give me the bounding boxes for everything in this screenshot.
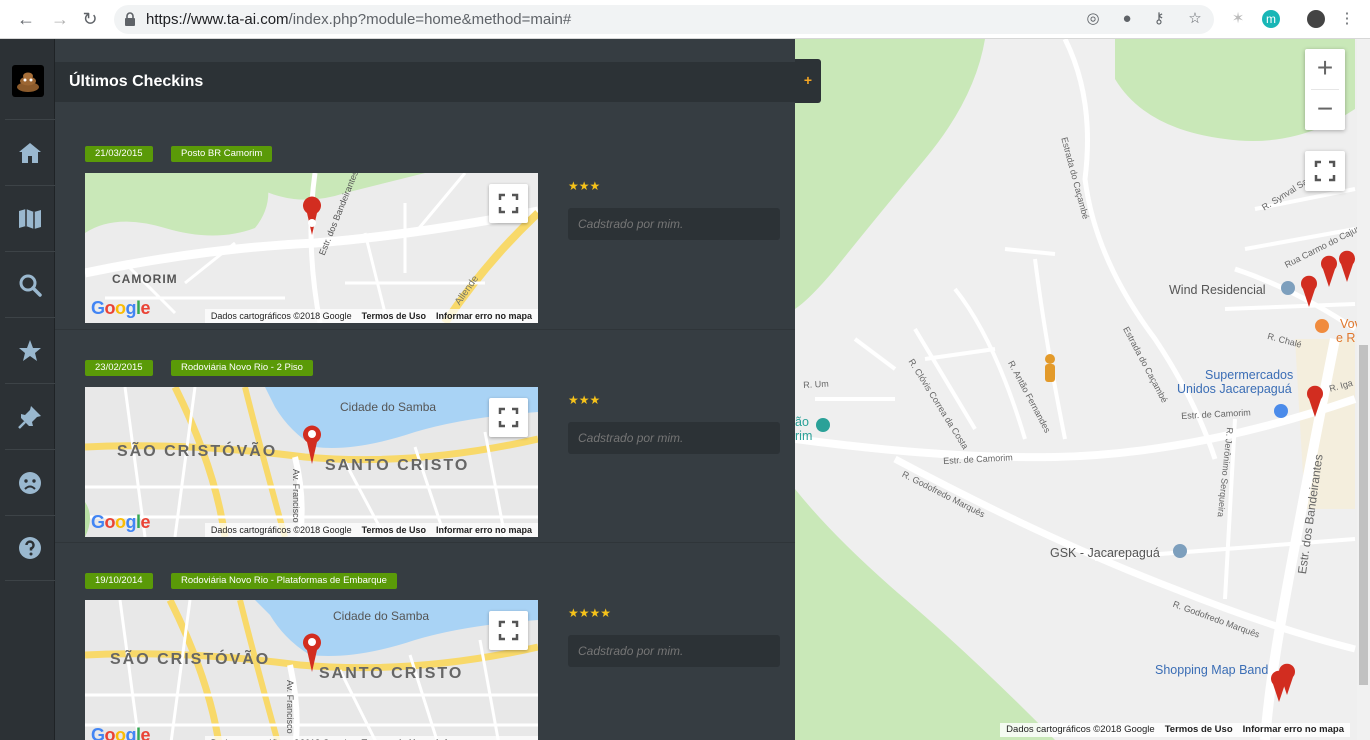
- place-label: e R: [1336, 331, 1356, 345]
- checkin-entry: 23/02/2015 Rodoviária Novo Rio - 2 Piso …: [55, 329, 795, 542]
- map-label-poi: Cidade do Samba: [340, 400, 437, 414]
- map-attribution: Dados cartográficos ©2018 GoogleTermos d…: [204, 309, 538, 323]
- fullscreen-button[interactable]: [489, 611, 528, 650]
- report-link[interactable]: Informar erro no mapa: [1243, 724, 1344, 735]
- map-icon[interactable]: [5, 185, 55, 251]
- fullscreen-button[interactable]: [489, 184, 528, 223]
- place-label: GSK - Jacarepaguá: [1050, 546, 1160, 560]
- browser-toolbar: ← → ↻ https://www.ta-ai.com/index.php?mo…: [0, 0, 1370, 39]
- menu-dots-icon[interactable]: ⋮: [1338, 10, 1356, 28]
- terms-link[interactable]: Termos de Uso: [362, 311, 426, 321]
- map-label-street: Av. Francisco: [285, 680, 295, 734]
- checkin-entry: 19/10/2014 Rodoviária Novo Rio - Platafo…: [55, 542, 795, 740]
- place-label: Supermercados: [1205, 368, 1294, 382]
- app-logo-icon[interactable]: [12, 65, 44, 97]
- map-label-area: CAMORIM: [112, 272, 178, 286]
- checkin-place-badge[interactable]: Rodoviária Novo Rio - Plataformas de Emb…: [171, 573, 397, 589]
- map-attribution: Dados cartográficos ©2018 GoogleTermos d…: [204, 736, 538, 740]
- map-label-area: SÃO CRISTÓVÃO: [110, 651, 271, 668]
- terms-link[interactable]: Termos de Uso: [362, 525, 426, 535]
- reload-icon[interactable]: ↻: [80, 9, 100, 29]
- panel-header: Últimos Checkins: [55, 62, 795, 102]
- map-label-area: SANTO CRISTO: [325, 457, 470, 474]
- checkin-date-badge: 23/02/2015: [85, 360, 153, 376]
- panel-toggle-tab[interactable]: +: [795, 59, 821, 103]
- blocked-icon[interactable]: ●: [1118, 10, 1136, 28]
- fullscreen-icon: [498, 620, 519, 641]
- search-icon[interactable]: [5, 251, 55, 317]
- address-bar[interactable]: https://www.ta-ai.com/index.php?module=h…: [114, 5, 1214, 34]
- panel-title: Últimos Checkins: [69, 73, 204, 90]
- help-icon[interactable]: [5, 515, 55, 581]
- zoom-out-button[interactable]: −: [1305, 90, 1345, 130]
- place-label: Unidos Jacarepaguá: [1177, 382, 1292, 396]
- google-logo: Google: [91, 512, 151, 532]
- report-link[interactable]: Informar erro no mapa: [436, 311, 532, 321]
- street-label: R. Um: [803, 378, 829, 390]
- note-input[interactable]: [568, 208, 780, 240]
- extension-icon[interactable]: ✶: [1229, 10, 1247, 28]
- forward-arrow-icon[interactable]: →: [50, 9, 70, 29]
- profile-badge[interactable]: m: [1262, 10, 1280, 28]
- checkin-place-badge[interactable]: Rodoviária Novo Rio - 2 Piso: [171, 360, 313, 376]
- home-icon[interactable]: [5, 119, 55, 185]
- url-text: https://www.ta-ai.com/index.php?module=h…: [146, 11, 572, 28]
- star-icon[interactable]: [5, 317, 55, 383]
- checkin-entry: 21/03/2015 Posto BR Camorim CAMORIM Estr…: [55, 116, 795, 329]
- location-icon[interactable]: ◎: [1084, 10, 1102, 28]
- zoom-control: + −: [1305, 49, 1345, 130]
- rating-stars: ★★★★: [568, 606, 612, 620]
- map-attribution: Dados cartográficos ©2018 GoogleTermos d…: [204, 523, 538, 537]
- checkin-place-badge[interactable]: Posto BR Camorim: [171, 146, 273, 162]
- rating-stars: ★★★: [568, 393, 601, 407]
- checkins-panel: Últimos Checkins 21/03/2015 Posto BR Cam…: [55, 39, 795, 740]
- checkin-minimap[interactable]: Cidade do Samba SÃO CRISTÓVÃO SANTO CRIS…: [85, 600, 538, 740]
- google-logo: Google: [91, 725, 151, 740]
- fullscreen-icon: [1314, 160, 1336, 182]
- note-input[interactable]: [568, 635, 780, 667]
- checkin-date-badge: 21/03/2015: [85, 146, 153, 162]
- map-attribution: Dados cartográficos ©2018 GoogleTermos d…: [1000, 723, 1350, 737]
- avatar[interactable]: [1307, 10, 1325, 28]
- fullscreen-icon: [498, 193, 519, 214]
- map-label-poi: Cidade do Samba: [333, 609, 430, 623]
- back-arrow-icon[interactable]: ←: [16, 9, 36, 29]
- sad-face-icon[interactable]: [5, 449, 55, 515]
- checkin-minimap[interactable]: CAMORIM Estr. dos Bandeirantes Allende G…: [85, 173, 538, 323]
- map-label-area: SÃO CRISTÓVÃO: [117, 443, 278, 460]
- map-fullscreen-button[interactable]: [1305, 151, 1345, 191]
- key-icon[interactable]: ⚷: [1150, 10, 1168, 28]
- place-label: ão: [795, 415, 809, 429]
- fullscreen-icon: [498, 407, 519, 428]
- scrollbar-thumb[interactable]: [1359, 345, 1368, 685]
- lock-icon: [125, 12, 135, 26]
- place-label: rim: [795, 429, 813, 443]
- report-link[interactable]: Informar erro no mapa: [436, 525, 532, 535]
- main-map[interactable]: Wind Residencial Supermercados Unidos Ja…: [795, 39, 1370, 740]
- place-label: Shopping Map Band: [1155, 663, 1269, 677]
- checkin-date-badge: 19/10/2014: [85, 573, 153, 589]
- bookmark-star-icon[interactable]: ☆: [1186, 10, 1204, 28]
- map-label-area: SANTO CRISTO: [319, 665, 464, 682]
- map-label-street: Av. Francisco: [291, 469, 301, 523]
- terms-link[interactable]: Termos de Uso: [1165, 724, 1233, 735]
- pushpin-icon[interactable]: [5, 383, 55, 449]
- zoom-in-button[interactable]: +: [1305, 49, 1345, 89]
- google-logo: Google: [91, 298, 151, 318]
- fullscreen-button[interactable]: [489, 398, 528, 437]
- rating-stars: ★★★: [568, 179, 601, 193]
- note-input[interactable]: [568, 422, 780, 454]
- sidebar: [0, 39, 55, 740]
- checkin-minimap[interactable]: Cidade do Samba SÃO CRISTÓVÃO SANTO CRIS…: [85, 387, 538, 537]
- page-scrollbar[interactable]: [1357, 39, 1370, 740]
- place-label: Wind Residencial: [1169, 283, 1266, 297]
